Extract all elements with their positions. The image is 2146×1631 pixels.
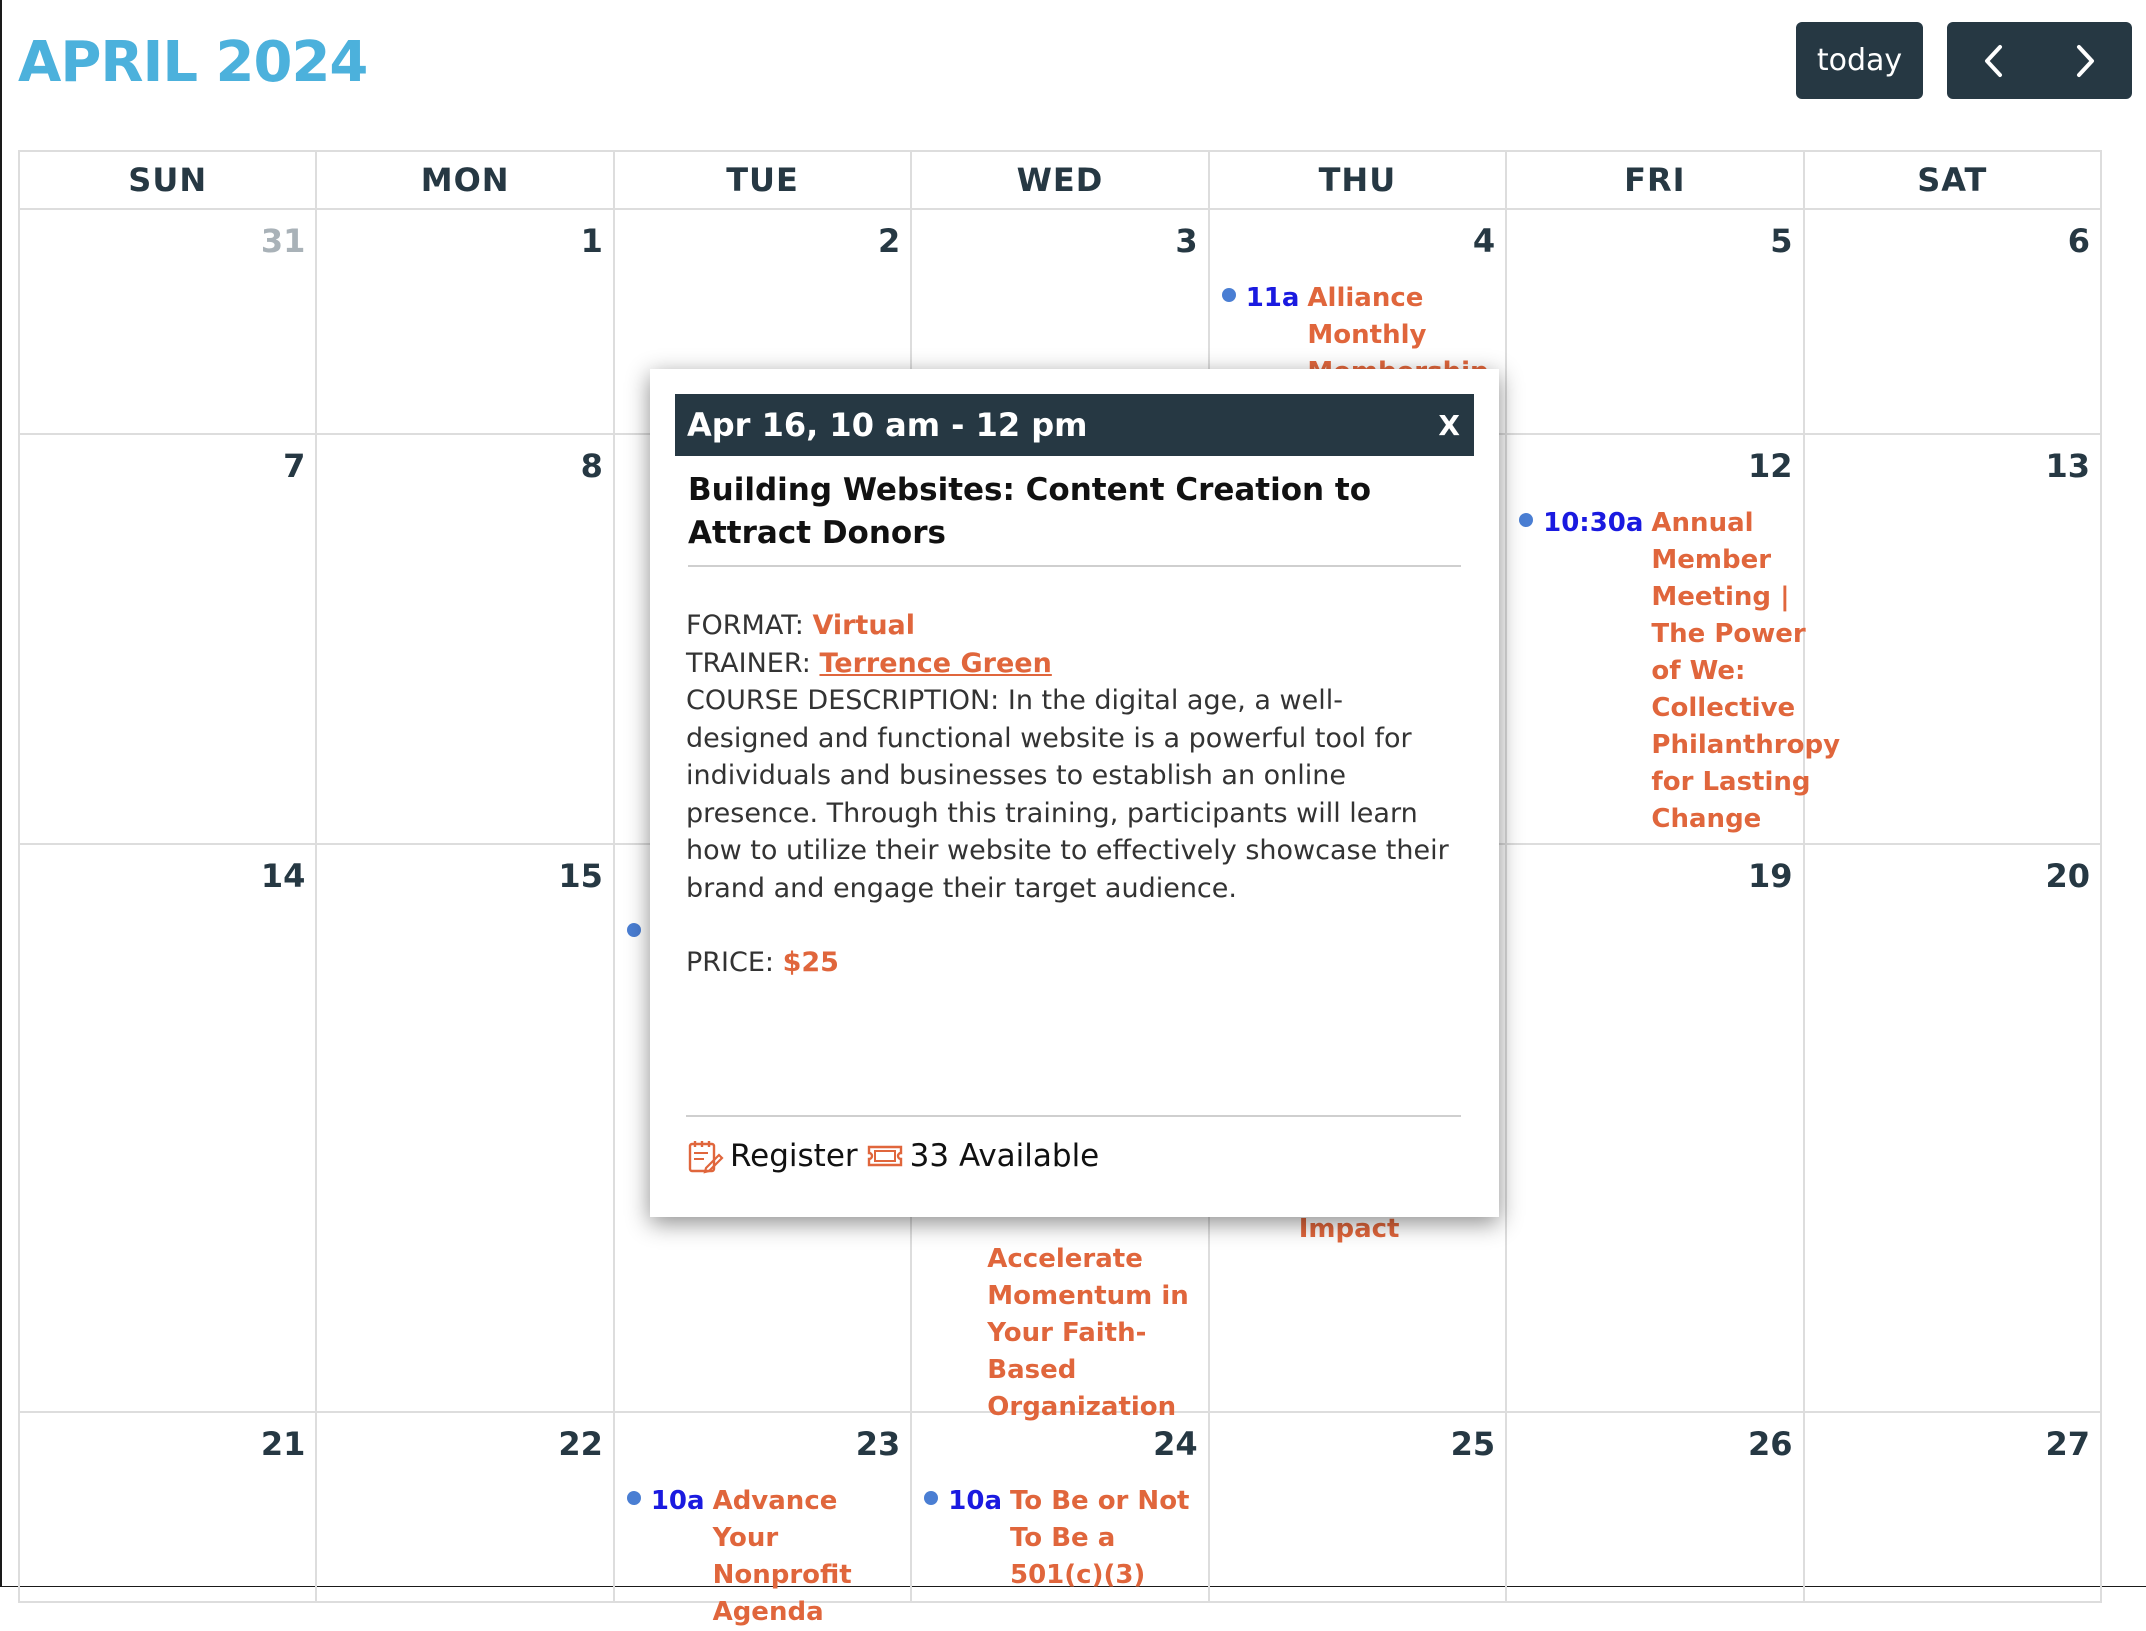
day-number: 2 — [878, 222, 901, 260]
day-cell[interactable]: 13 — [1802, 433, 2103, 845]
day-number: 21 — [260, 1425, 306, 1463]
day-cell[interactable]: 23 10a Advance Your Nonprofit Agenda — [612, 1411, 913, 1627]
day-cell[interactable]: 1 — [315, 208, 615, 435]
day-cell[interactable]: 25 — [1207, 1411, 1508, 1603]
event-dot — [1221, 288, 1236, 302]
event-title-overflow[interactable]: Accelerate Momentum in Your Faith-Based … — [987, 1241, 1207, 1426]
day-cell[interactable]: 6 — [1802, 208, 2103, 435]
popup-header: Apr 16, 10 am - 12 pm X — [675, 394, 1474, 456]
month-title: APRIL 2024 — [18, 30, 368, 95]
register-icon — [686, 1137, 724, 1175]
event-dot — [626, 1491, 641, 1505]
day-number: 23 — [855, 1425, 901, 1463]
calendar-event[interactable]: 10a To Be or Not To Be a 501(c)(3) — [924, 1483, 1204, 1594]
trainer-label: TRAINER: — [686, 647, 811, 679]
event-dot — [626, 923, 641, 937]
description-row: COURSE DESCRIPTION: In the digital age, … — [686, 682, 1466, 907]
day-cell[interactable]: 20 — [1802, 843, 2103, 1413]
day-number: 5 — [1770, 222, 1793, 260]
weekday-wed: WED — [910, 150, 1210, 210]
weekday-sat: SAT — [1802, 150, 2103, 210]
next-month-button[interactable] — [2040, 22, 2133, 99]
event-time: 10a — [650, 1486, 705, 1516]
weekday-tue: TUE — [612, 150, 913, 210]
day-cell[interactable]: 15 — [315, 843, 615, 1413]
day-cell[interactable]: 14 — [17, 843, 318, 1413]
prev-month-button[interactable] — [1947, 22, 2040, 99]
weekday-fri: FRI — [1505, 150, 1805, 210]
price-row: PRICE: $25 — [686, 944, 1466, 982]
weekday-mon: MON — [315, 150, 615, 210]
day-number: 27 — [2045, 1425, 2090, 1463]
popup-time-range: Apr 16, 10 am - 12 pm — [687, 406, 1088, 444]
day-number: 19 — [1748, 857, 1793, 895]
day-number: 4 — [1472, 222, 1496, 260]
weekday-header-row: SUN MON TUE WED THU FRI SAT — [17, 150, 2103, 210]
popup-event-title: Building Websites: Content Creation to A… — [688, 469, 1461, 567]
day-number: 25 — [1450, 1425, 1496, 1463]
event-title: Advance Your Nonprofit Agenda — [712, 1486, 852, 1627]
ticket-icon — [866, 1137, 904, 1175]
chevron-left-icon — [1985, 44, 2003, 77]
day-cell[interactable]: 31 — [17, 208, 318, 435]
day-cell[interactable]: 8 — [315, 433, 615, 845]
format-value: Virtual — [812, 610, 916, 641]
format-row: FORMAT: Virtual — [686, 607, 1466, 645]
chevron-right-icon — [2076, 44, 2094, 77]
calendar-event[interactable]: 10a Advance Your Nonprofit Agenda — [626, 1483, 907, 1631]
day-number: 7 — [283, 447, 306, 485]
day-cell[interactable]: 19 — [1505, 843, 1805, 1413]
event-title: To Be or Not To Be a 501(c)(3) — [1010, 1486, 1190, 1590]
event-dot — [924, 1491, 939, 1505]
day-number: 31 — [260, 222, 306, 260]
day-cell[interactable]: 22 — [315, 1411, 615, 1603]
day-number: 24 — [1153, 1425, 1198, 1463]
price-value: $25 — [782, 947, 839, 978]
day-number: 12 — [1748, 447, 1793, 485]
day-cell[interactable]: 12 10:30a Annual Member Meeting | The Po… — [1505, 433, 1840, 845]
day-cell[interactable]: 27 — [1802, 1411, 2103, 1603]
format-label: FORMAT: — [686, 610, 804, 641]
trainer-row: TRAINER: Terrence Green — [686, 645, 1466, 683]
week-row: 21 22 23 10a Advance Your Nonprofit Agen… — [17, 1411, 2103, 1627]
weekday-sun: SUN — [17, 150, 318, 210]
day-number: 6 — [2067, 222, 2090, 260]
register-link[interactable]: Register — [730, 1138, 858, 1174]
day-number: 26 — [1748, 1425, 1793, 1463]
trainer-link[interactable]: Terrence Green — [819, 648, 1051, 679]
today-button[interactable]: today — [1796, 22, 1923, 99]
event-time: 10:30a — [1543, 508, 1644, 538]
day-number: 22 — [558, 1425, 603, 1463]
close-button[interactable]: X — [1438, 409, 1460, 442]
event-dot — [1519, 513, 1534, 527]
month-nav-group — [1947, 22, 2132, 99]
description-text: In the digital age, a well-designed and … — [686, 685, 1449, 904]
day-cell[interactable]: 26 — [1505, 1411, 1805, 1603]
calendar-event[interactable]: 10:30a Annual Member Meeting | The Power… — [1519, 505, 1840, 838]
weekday-thu: THU — [1207, 150, 1508, 210]
event-time: 10a — [948, 1486, 1002, 1516]
day-number: 14 — [260, 857, 306, 895]
day-number: 8 — [580, 447, 603, 485]
day-cell[interactable]: 24 10a To Be or Not To Be a 501(c)(3) — [910, 1411, 1210, 1603]
description-label: COURSE DESCRIPTION: — [686, 685, 1000, 716]
day-number: 1 — [580, 222, 603, 260]
day-number: 20 — [2045, 857, 2090, 895]
popup-body: FORMAT: Virtual TRAINER: Terrence Green … — [686, 607, 1466, 982]
price-label: PRICE: — [686, 947, 775, 978]
day-cell[interactable]: 21 — [17, 1411, 318, 1603]
event-popup: Apr 16, 10 am - 12 pm X Building Website… — [650, 369, 1499, 1217]
day-number: 15 — [558, 857, 603, 895]
day-cell[interactable]: 7 — [17, 433, 318, 845]
day-cell[interactable]: 5 — [1505, 208, 1805, 435]
popup-divider — [686, 1115, 1461, 1117]
day-number: 3 — [1175, 222, 1198, 260]
day-number: 13 — [2045, 447, 2090, 485]
available-count: 33 Available — [909, 1138, 1100, 1174]
popup-footer: Register 33 Available — [686, 1137, 1099, 1175]
